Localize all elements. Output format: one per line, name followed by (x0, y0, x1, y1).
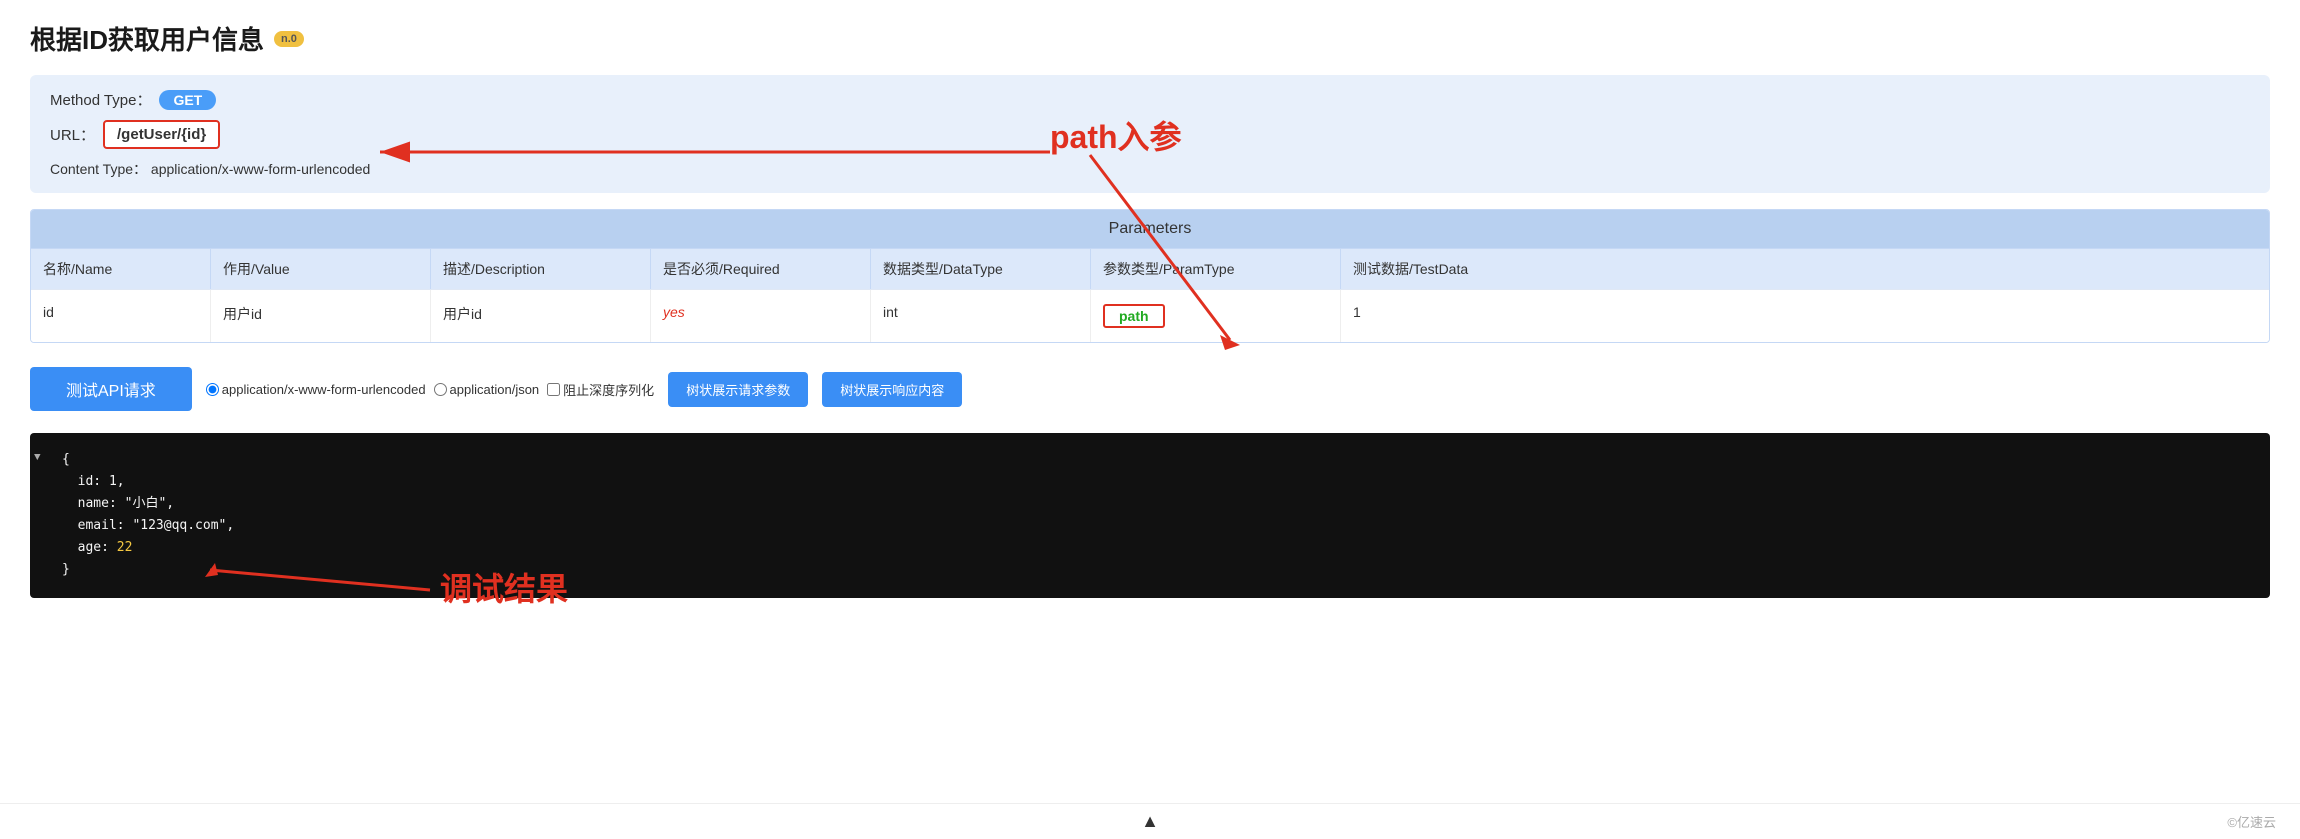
url-label: URL： (50, 124, 95, 145)
bottom-bar: ▲ ©亿速云 (0, 803, 2300, 839)
checkbox-option-serialize[interactable]: 阻止深度序列化 (547, 380, 654, 399)
params-columns: 名称/Name 作用/Value 描述/Description 是否必须/Req… (31, 248, 2269, 289)
radio-urlencoded[interactable] (206, 383, 219, 396)
method-badge: GET (159, 90, 216, 110)
bottom-brand: ©亿速云 (2227, 812, 2276, 831)
content-type-row: Content Type： application/x-www-form-url… (50, 159, 2250, 179)
checkbox-serialize[interactable] (547, 383, 560, 396)
col-header-desc: 描述/Description (431, 249, 651, 289)
col-header-required: 是否必须/Required (651, 249, 871, 289)
version-badge: n.0 (274, 31, 304, 47)
radio-option-json[interactable]: application/json (434, 382, 540, 397)
col-header-testdata: 测试数据/TestData (1341, 249, 1541, 289)
cell-paramtype: path (1091, 290, 1341, 342)
radio-option-urlencoded[interactable]: application/x-www-form-urlencoded (206, 382, 426, 397)
params-header: Parameters (31, 210, 2269, 248)
cell-value: 用户id (211, 290, 431, 342)
cell-description: 用户id (431, 290, 651, 342)
cell-name: id (31, 290, 211, 342)
page-title: 根据ID获取用户信息 (30, 20, 264, 57)
method-label: Method Type： (50, 89, 151, 110)
api-info-block: Method Type： GET URL： /getUser/{id} Cont… (30, 75, 2270, 193)
cell-required: yes (651, 290, 871, 342)
radio-json-label: application/json (450, 382, 540, 397)
result-age-value: 22 (117, 540, 133, 555)
content-type-label: Content Type： (50, 161, 147, 177)
col-header-name: 名称/Name (31, 249, 211, 289)
col-header-paramtype: 参数类型/ParamType (1091, 249, 1341, 289)
col-header-datatype: 数据类型/DataType (871, 249, 1091, 289)
main-container: 根据ID获取用户信息 n.0 Method Type： GET URL： /ge… (0, 0, 2300, 598)
radio-json[interactable] (434, 383, 447, 396)
btn-tree-params[interactable]: 树状展示请求参数 (668, 372, 808, 407)
bottom-triangle: ▲ (1141, 811, 1159, 832)
result-expand-icon: ▼ (34, 449, 41, 468)
url-row: URL： /getUser/{id} (50, 120, 2250, 149)
test-api-button[interactable]: 测试API请求 (30, 367, 192, 411)
radio-group: application/x-www-form-urlencoded applic… (206, 380, 654, 399)
url-value: /getUser/{id} (103, 120, 220, 149)
params-section: Parameters 名称/Name 作用/Value 描述/Descripti… (30, 209, 2270, 343)
paramtype-path-badge: path (1103, 304, 1165, 328)
test-row: 测试API请求 application/x-www-form-urlencode… (30, 359, 2270, 419)
radio-urlencoded-label: application/x-www-form-urlencoded (222, 382, 426, 397)
table-row: id 用户id 用户id yes int path 1 (31, 289, 2269, 342)
cell-testdata: 1 (1341, 290, 1541, 342)
col-header-value: 作用/Value (211, 249, 431, 289)
method-row: Method Type： GET (50, 89, 2250, 110)
result-json: { id: 1, name: "小白", email: "123@qq.com"… (48, 449, 2252, 582)
btn-tree-response[interactable]: 树状展示响应内容 (822, 372, 962, 407)
checkbox-serialize-label: 阻止深度序列化 (563, 380, 654, 399)
cell-datatype: int (871, 290, 1091, 342)
title-row: 根据ID获取用户信息 n.0 (30, 20, 2270, 57)
result-block: ▼ { id: 1, name: "小白", email: "123@qq.co… (30, 433, 2270, 598)
content-type-value: application/x-www-form-urlencoded (151, 161, 370, 177)
